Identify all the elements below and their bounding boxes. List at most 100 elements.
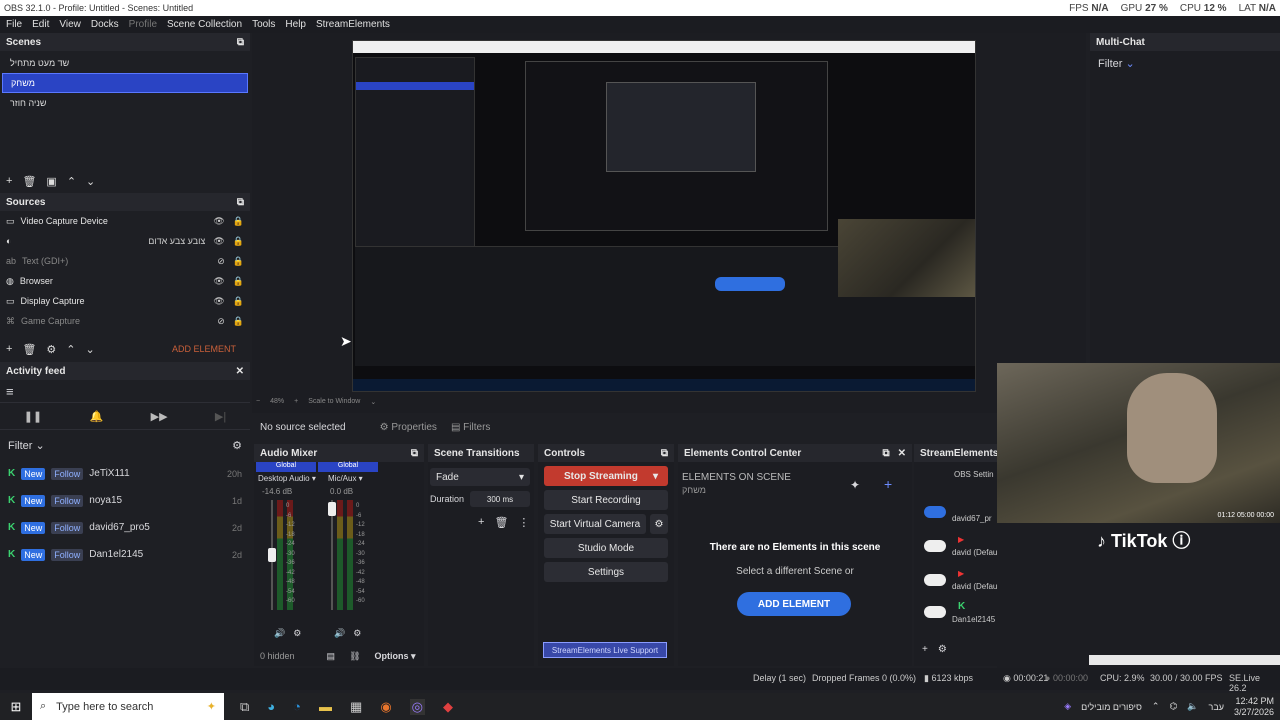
start-recording-button[interactable]: Start Recording [544,490,668,510]
undock-icon[interactable]: ⧉ [882,448,889,459]
add-icon[interactable]: + [884,476,892,492]
gear-icon[interactable]: ⚙ [293,628,301,639]
toggle-off[interactable] [924,540,946,552]
lock-icon[interactable]: 🔒 [233,316,244,327]
source-item[interactable]: ▭ Video Capture Device 👁 🔒 [0,211,250,231]
add-element-button[interactable]: ADD ELEMENT [737,592,851,616]
store-icon[interactable]: ▦ [350,699,362,715]
gear-icon[interactable]: ⚙ [232,439,242,452]
speaker-icon[interactable]: 🔊 [334,628,345,639]
feed-row[interactable]: K New Follow noya15 1d [0,487,250,514]
windows-start-icon[interactable]: ⊞ [0,699,32,715]
stop-streaming-button[interactable]: Stop Streaming ▾ [544,466,668,486]
taskbar-search[interactable]: ⌕ Type here to search ✦ [32,693,224,720]
pause-icon[interactable]: ❚❚ [24,410,42,423]
chevron-down-icon[interactable]: ⌄ [370,398,376,410]
more-icon[interactable]: ⋮ [518,516,529,529]
scale-mode[interactable]: Scale to Window [308,398,360,410]
source-item[interactable]: ◐ צובע צבע אדום 👁 🔒 [0,231,250,251]
chevron-up-icon[interactable]: ⌃ [1152,701,1160,712]
undock-icon[interactable]: ⧉ [411,448,418,459]
magic-icon[interactable]: ✦ [850,478,860,492]
bell-icon[interactable]: 🔔 [90,410,104,423]
task-view-icon[interactable]: ⧉ [240,699,249,715]
live-support-button[interactable]: StreamElements Live Support [543,642,667,658]
eye-icon[interactable]: 👁 [213,276,224,287]
eye-icon[interactable]: 👁 [213,236,224,247]
mic-aux-select[interactable]: Mic/Aux ▾ [328,474,363,483]
undock-icon[interactable]: ⧉ [661,448,668,459]
add-icon[interactable]: + [6,343,12,355]
properties-button[interactable]: ⚙ Properties [380,422,437,433]
duration-input[interactable]: 300 ms [470,491,530,507]
slider-handle[interactable] [268,548,276,562]
studio-mode-button[interactable]: Studio Mode [544,538,668,558]
folder-icon[interactable]: ▬ [319,699,332,715]
scene-item[interactable]: שניה חוזר [2,93,248,113]
copilot-icon[interactable]: ◕ [267,699,275,715]
toggle-on[interactable] [924,506,946,518]
menu-profile[interactable]: Profile [129,19,157,30]
trash-icon[interactable]: 🗑 [22,343,36,356]
menu-streamelements[interactable]: StreamElements [316,19,390,30]
menu-icon[interactable]: ≡ [0,380,250,402]
lock-icon[interactable]: 🔒 [233,276,244,287]
gear-icon[interactable]: ⚙ [938,644,947,655]
filters-button[interactable]: ▤ Filters [451,422,490,433]
volume-icon[interactable]: 🔈 [1187,701,1198,712]
volume-slider[interactable] [268,500,276,610]
gear-icon[interactable]: ⚙ [650,514,668,534]
lock-icon[interactable]: 🔒 [233,236,244,247]
scene-item-selected[interactable]: משחק [2,73,248,93]
layout-icon[interactable]: ▤ [327,651,336,662]
menu-file[interactable]: File [6,19,22,30]
source-item[interactable]: ◍ Browser 👁 🔒 [0,271,250,291]
trash-icon[interactable]: 🗑 [494,516,508,529]
undock-icon[interactable]: ⧉ [237,37,244,48]
feed-row[interactable]: K New Follow david67_pro5 2d [0,514,250,541]
move-up-icon[interactable]: ⌃ [67,175,76,188]
menu-tools[interactable]: Tools [252,19,275,30]
network-icon[interactable]: ⌬ [1169,701,1177,712]
filter-icon[interactable]: ▣ [46,175,56,188]
filter-dropdown[interactable]: Filter ⌄ [8,439,45,452]
add-icon[interactable]: + [478,516,484,529]
close-icon[interactable]: ✕ [898,448,906,459]
options-dropdown[interactable]: Options ▾ [375,651,416,662]
menu-scene-collection[interactable]: Scene Collection [167,19,242,30]
firefox-icon[interactable]: ◉ [380,699,391,715]
edge-icon[interactable]: ◔ [293,699,301,715]
start-virtual-camera-button[interactable]: Start Virtual Camera [544,514,646,534]
skip-end-icon[interactable]: ▶| [215,410,226,423]
feed-row[interactable]: K New Follow JeTiX111 20h [0,460,250,487]
add-icon[interactable]: + [922,644,928,655]
eye-icon[interactable]: 👁 [213,216,224,227]
menu-edit[interactable]: Edit [32,19,49,30]
clock[interactable]: 12:42 PM 3/27/2026 [1234,696,1274,718]
eye-hidden-icon[interactable]: ⊘ [217,316,225,327]
slider-handle[interactable] [328,502,336,516]
trash-icon[interactable]: 🗑 [22,175,36,188]
preview-canvas[interactable] [352,40,976,392]
language-indicator[interactable]: עבר [1209,702,1224,712]
close-icon[interactable]: ✕ [236,366,244,377]
feed-row[interactable]: K New Follow Dan1el2145 2d [0,541,250,568]
eye-icon[interactable]: 👁 [213,296,224,307]
add-element-button[interactable]: ADD ELEMENT [172,344,236,354]
source-item[interactable]: ▭ Display Capture 👁 🔒 [0,291,250,311]
link-icon[interactable]: ⛓ [349,651,360,662]
menu-help[interactable]: Help [285,19,306,30]
lock-icon[interactable]: 🔒 [233,296,244,307]
desktop-audio-select[interactable]: Desktop Audio ▾ [258,474,316,483]
transition-select[interactable]: Fade ▾ [430,468,530,486]
news-label[interactable]: סיפורים מובילים [1081,702,1142,712]
toggle-off[interactable] [924,606,946,618]
scene-item[interactable]: שד מעט מתחיל [2,53,248,73]
move-down-icon[interactable]: ⌄ [86,175,95,188]
undock-icon[interactable]: ⧉ [237,197,244,208]
zoom-out-icon[interactable]: − [256,398,260,410]
eye-hidden-icon[interactable]: ⊘ [217,256,225,267]
menu-view[interactable]: View [59,19,81,30]
zoom-in-icon[interactable]: + [294,398,298,410]
gear-icon[interactable]: ⚙ [46,343,56,356]
